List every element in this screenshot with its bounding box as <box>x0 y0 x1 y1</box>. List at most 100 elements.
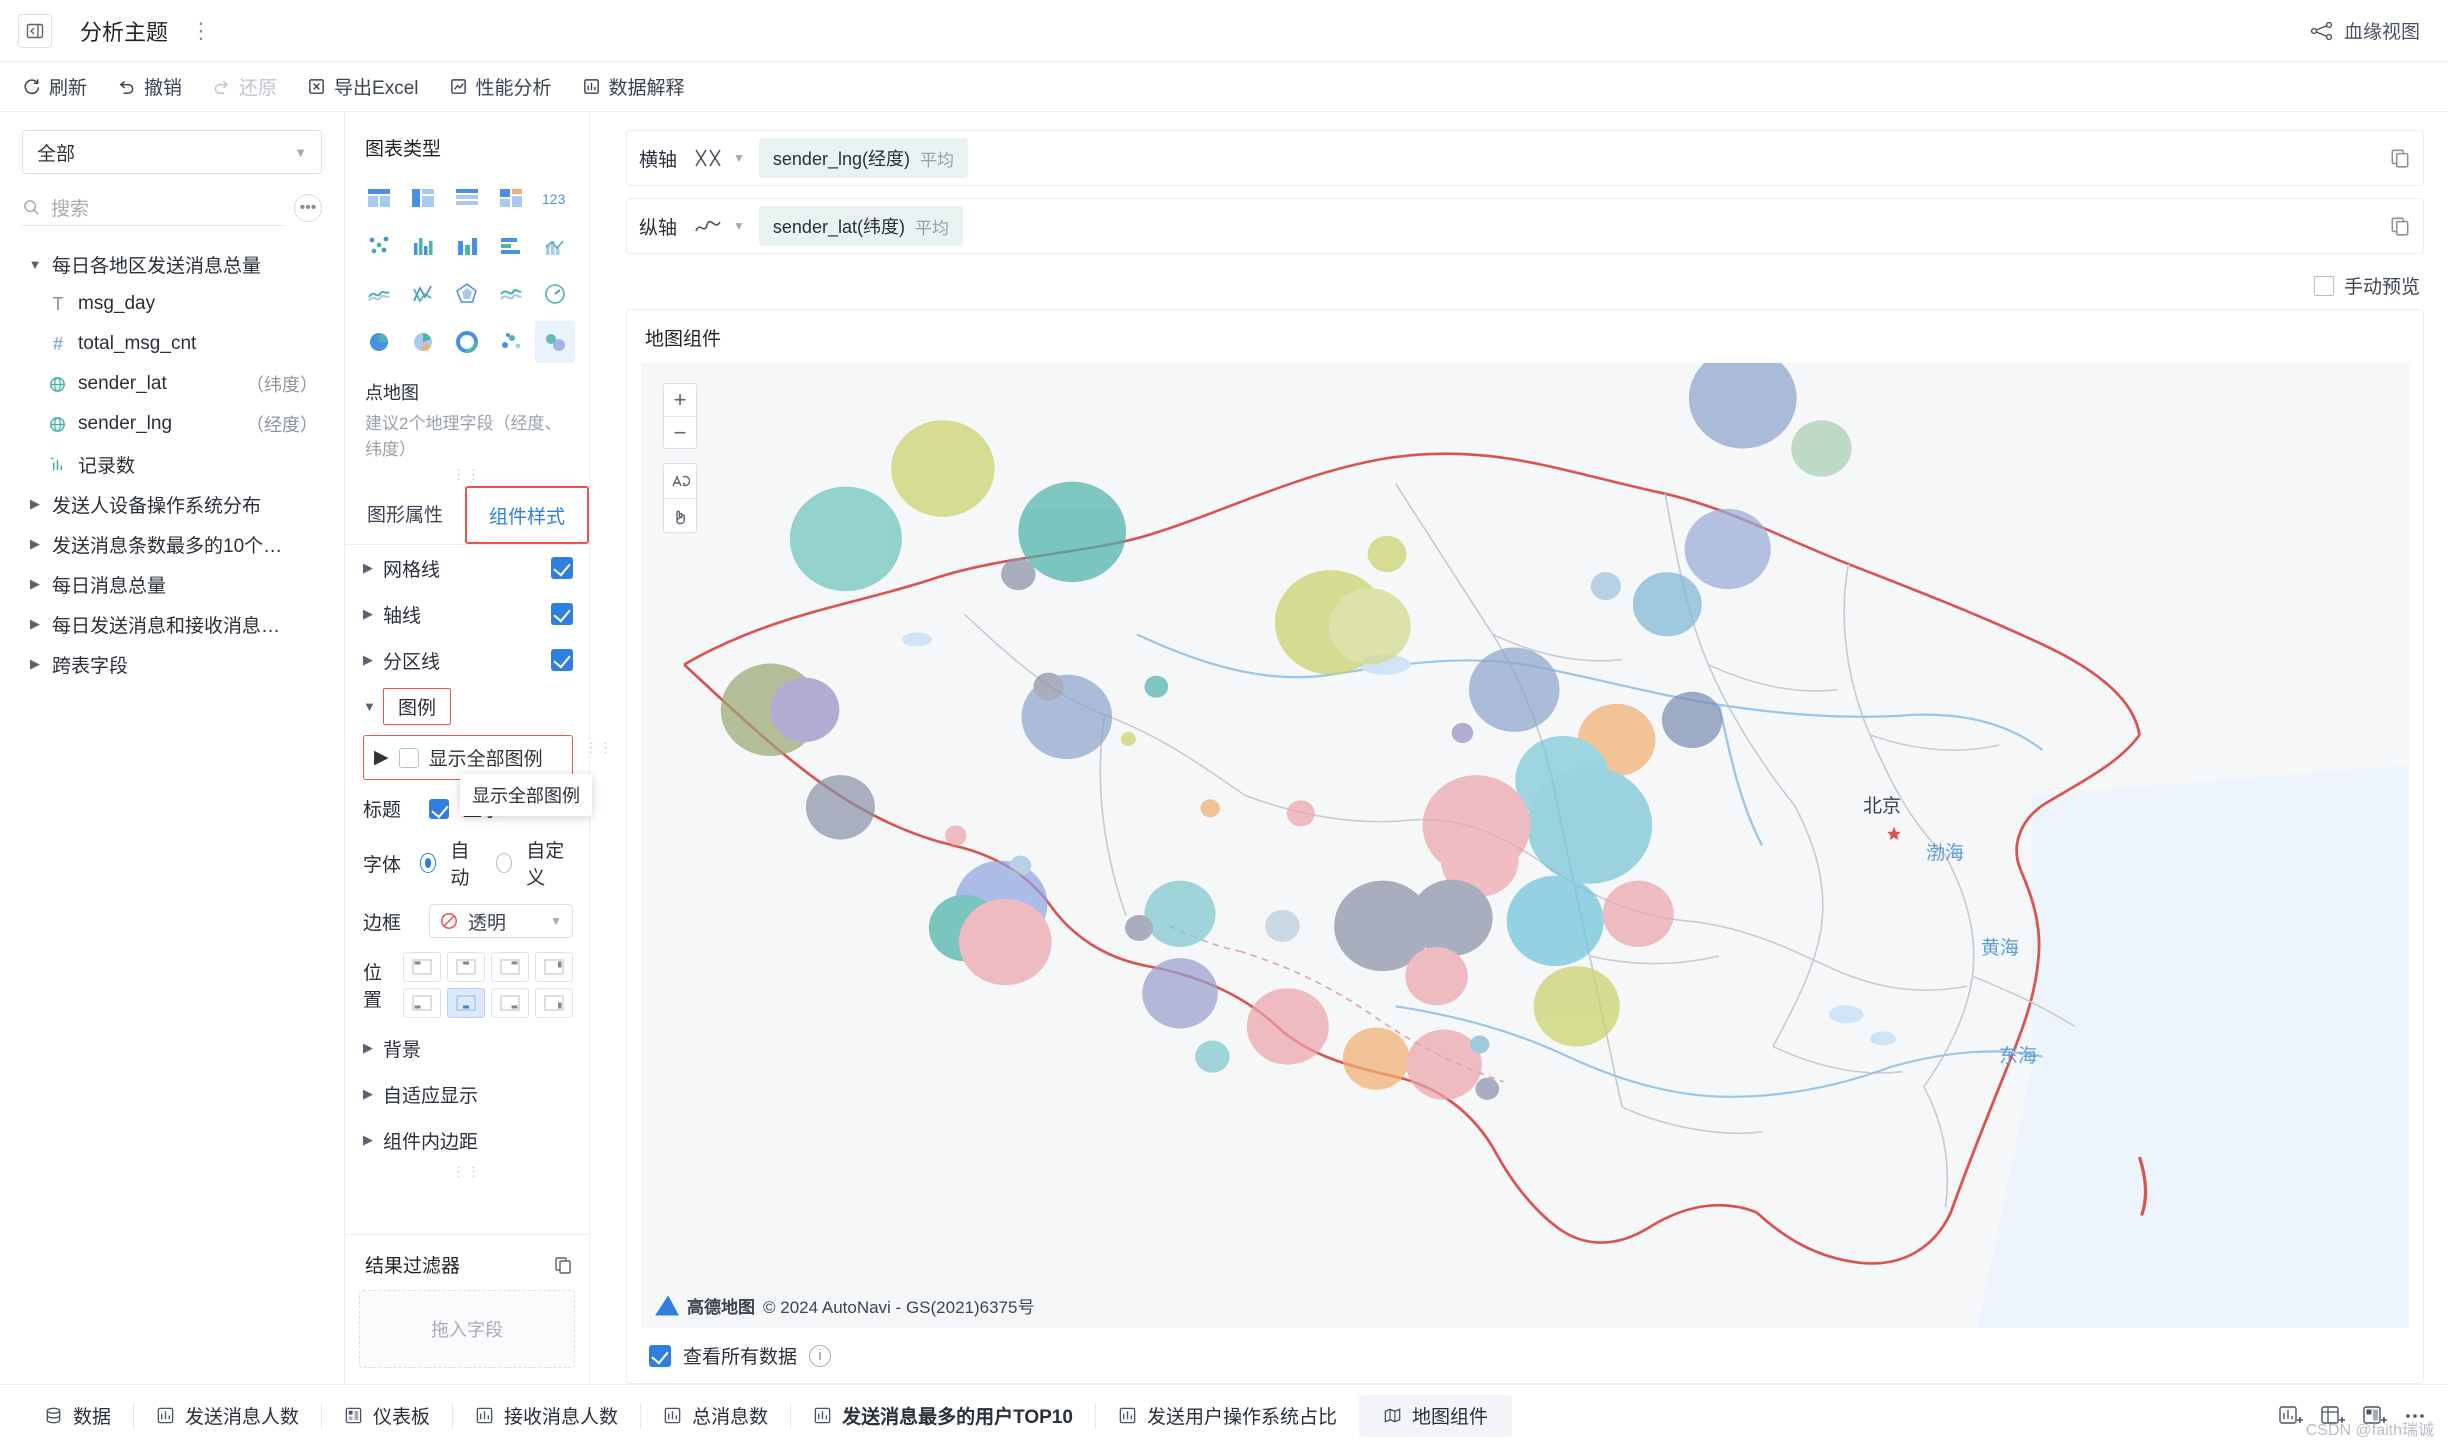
legend-position-top-right[interactable] <box>491 952 529 982</box>
bottom-tab-receive-user-count[interactable]: 接收消息人数 <box>453 1402 640 1429</box>
x-axis-field-pill[interactable]: sender_lng(经度) 平均 <box>758 138 968 178</box>
info-icon[interactable]: i <box>809 1344 832 1367</box>
legend-border-select[interactable]: 透明 ▼ <box>429 904 573 938</box>
style-section-partitionline[interactable]: ▶ 分区线 <box>345 637 589 683</box>
chart-type-stream-icon[interactable] <box>491 273 531 315</box>
rotate-icon[interactable] <box>664 464 696 498</box>
triangle-down-icon[interactable]: ▼ <box>28 257 42 272</box>
manual-preview-row[interactable]: 手动预览 <box>626 266 2424 309</box>
toolbar-export-excel-button[interactable]: 导出Excel <box>307 73 419 100</box>
style-section-gridline[interactable]: ▶ 网格线 <box>345 545 589 591</box>
chart-type-combo-icon[interactable] <box>535 225 575 267</box>
chevron-down-icon[interactable]: ▼ <box>733 151 745 165</box>
chart-type-bar-grouped-icon[interactable] <box>447 225 487 267</box>
more-vertical-icon[interactable]: ⋮ <box>190 18 213 44</box>
tree-node-field[interactable]: # total_msg_cnt <box>10 324 334 364</box>
legend-position-bottom-left[interactable] <box>403 988 441 1018</box>
chart-type-rose-icon[interactable] <box>403 321 443 363</box>
view-all-data-checkbox[interactable] <box>649 1344 671 1367</box>
gridline-checkbox[interactable] <box>551 557 573 579</box>
bottom-tab-map-component[interactable]: 地图组件 <box>1358 1394 1512 1437</box>
view-all-data-row[interactable]: 查看所有数据 i <box>627 1328 2423 1383</box>
tree-node-group[interactable]: ▶ 发送消息条数最多的10个… <box>10 524 334 564</box>
tree-node-field[interactable]: sender_lat （纬度） <box>10 364 334 404</box>
tree-node-group[interactable]: ▶ 每日消息总量 <box>10 564 334 604</box>
ellipsis-circle-icon[interactable]: ••• <box>294 194 322 222</box>
legend-position-top-left[interactable] <box>403 952 441 982</box>
legend-show-all-row[interactable]: ▶ 显示全部图例 显示全部图例 <box>363 735 592 816</box>
chevron-down-icon[interactable]: ▼ <box>733 219 745 233</box>
legend-position-bottom-center[interactable] <box>447 988 485 1018</box>
triangle-right-icon[interactable]: ▶ <box>28 576 42 592</box>
legend-font-auto-radio[interactable] <box>419 853 437 873</box>
toolbar-redo-button[interactable]: 还原 <box>212 73 277 100</box>
chart-type-tree-table-icon[interactable] <box>491 177 531 219</box>
y-axis-shelf[interactable]: 纵轴 ▼ sender_lat(纬度) 平均 <box>626 198 2424 254</box>
triangle-right-icon[interactable]: ▶ <box>374 746 389 769</box>
axisline-checkbox[interactable] <box>551 603 573 625</box>
legend-title-show-checkbox[interactable] <box>429 798 449 819</box>
toolbar-undo-button[interactable]: 撤销 <box>117 73 182 100</box>
result-filter-dropzone[interactable]: 拖入字段 <box>359 1290 575 1368</box>
tree-node-group[interactable]: ▶ 每日发送消息和接收消息… <box>10 604 334 644</box>
map-zoom-in-button[interactable]: + <box>664 384 696 416</box>
chart-type-donut-icon[interactable] <box>447 321 487 363</box>
chart-type-point-map-icon[interactable] <box>535 321 575 363</box>
copy-icon[interactable] <box>2389 215 2411 237</box>
chart-type-crosstab-icon[interactable] <box>447 177 487 219</box>
tree-node-field[interactable]: 记录数 <box>10 444 334 484</box>
search-input[interactable]: 搜索 <box>22 190 284 226</box>
tree-node-field[interactable]: T msg_day <box>10 284 334 324</box>
y-axis-field-pill[interactable]: sender_lat(纬度) 平均 <box>758 206 963 246</box>
chart-type-table-icon[interactable] <box>359 177 399 219</box>
chart-type-pivot-icon[interactable] <box>403 177 443 219</box>
chart-type-column-icon[interactable] <box>403 225 443 267</box>
copy-icon[interactable] <box>2389 147 2411 169</box>
style-section-adaptive-display[interactable]: ▶ 自适应显示 <box>345 1071 589 1117</box>
style-section-legend[interactable]: ▼ 图例 <box>345 683 589 729</box>
triangle-right-icon[interactable]: ▶ <box>28 656 42 672</box>
copy-icon[interactable] <box>553 1255 573 1275</box>
chart-type-scatter-matrix-icon[interactable] <box>359 225 399 267</box>
tab-component-style[interactable]: 组件样式 <box>465 486 589 544</box>
chart-type-kpi-icon[interactable]: 123 <box>535 177 575 219</box>
panel-collapse-icon[interactable] <box>18 13 52 48</box>
style-section-component-padding[interactable]: ▶ 组件内边距 <box>345 1117 589 1163</box>
chart-type-line-icon[interactable] <box>403 273 443 315</box>
scope-select[interactable]: 全部 ▼ <box>22 130 322 174</box>
chart-type-pie-icon[interactable] <box>359 321 399 363</box>
style-section-axisline[interactable]: ▶ 轴线 <box>345 591 589 637</box>
tree-node-field[interactable]: sender_lng （经度） <box>10 404 334 444</box>
horizontal-resize-handle[interactable]: ⋮⋮ <box>585 112 612 1384</box>
manual-preview-checkbox[interactable] <box>2313 275 2334 296</box>
triangle-right-icon[interactable]: ▶ <box>28 616 42 632</box>
bottom-tab-send-user-count[interactable]: 发送消息人数 <box>134 1402 321 1429</box>
chart-type-radar-icon[interactable] <box>447 273 487 315</box>
bottom-tab-os-share[interactable]: 发送用户操作系统占比 <box>1096 1402 1359 1429</box>
triangle-right-icon[interactable]: ▶ <box>28 536 42 552</box>
bottom-tab-dashboard[interactable]: 仪表板 <box>322 1402 452 1429</box>
show-all-legend-checkbox[interactable] <box>398 747 419 768</box>
chart-type-area-icon[interactable] <box>359 273 399 315</box>
bottom-tab-data[interactable]: 数据 <box>22 1402 133 1429</box>
lineage-view-button[interactable]: 血缘视图 <box>2310 17 2420 44</box>
chart-type-scatter-icon[interactable] <box>491 321 531 363</box>
hand-icon[interactable] <box>664 498 696 532</box>
legend-position-right-top[interactable] <box>535 952 573 982</box>
bottom-tab-total-message-count[interactable]: 总消息数 <box>641 1402 790 1429</box>
chart-type-gauge-icon[interactable] <box>535 273 575 315</box>
style-section-background[interactable]: ▶ 背景 <box>345 1025 589 1071</box>
legend-position-right-bottom[interactable] <box>535 988 573 1018</box>
map-canvas[interactable]: 北京 渤海 黄海 东海 + − 高德地图 © 2024 AutoNavi - G… <box>641 363 2409 1328</box>
tree-node-group[interactable]: ▶ 发送人设备操作系统分布 <box>10 484 334 524</box>
add-chart-icon[interactable] <box>2278 1404 2304 1428</box>
legend-font-custom-radio[interactable] <box>495 853 513 873</box>
style-panel-resize-grip[interactable]: ⋮⋮ <box>345 1163 589 1181</box>
bottom-tab-top10-users[interactable]: 发送消息最多的用户TOP10 <box>791 1402 1095 1429</box>
panel-resize-grip[interactable]: ⋮⋮ <box>345 466 589 484</box>
partitionline-checkbox[interactable] <box>551 649 573 671</box>
x-axis-shelf[interactable]: 横轴 ▼ sender_lng(经度) 平均 <box>626 130 2424 186</box>
triangle-right-icon[interactable]: ▶ <box>28 496 42 512</box>
chart-type-bar-horizontal-icon[interactable] <box>491 225 531 267</box>
toolbar-refresh-button[interactable]: 刷新 <box>22 73 87 100</box>
